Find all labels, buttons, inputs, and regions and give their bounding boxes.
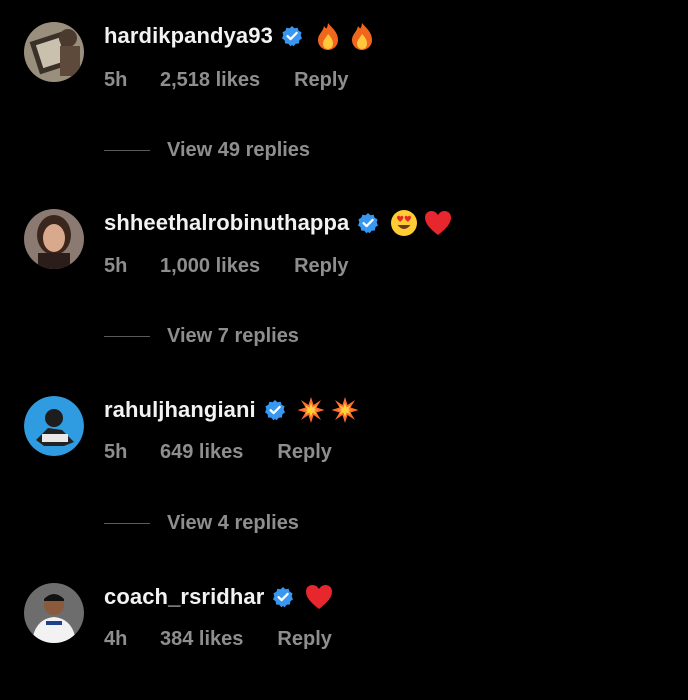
comment-likes[interactable]: 2,518 likes: [160, 69, 260, 92]
comment-time: 5h: [104, 68, 128, 91]
divider-line: [104, 522, 150, 524]
view-replies-label: View 4 replies: [167, 511, 299, 534]
verified-badge-icon: [264, 399, 286, 421]
view-replies-label: View 7 replies: [167, 324, 299, 347]
comment-username[interactable]: rahuljhangiani: [104, 397, 256, 423]
collision-emoji-icon: [330, 395, 360, 425]
reply-button[interactable]: Reply: [277, 628, 331, 651]
verified-badge-icon: [357, 212, 379, 234]
comment-username[interactable]: hardikpandya93: [104, 23, 273, 49]
comment-time: 5h: [104, 440, 128, 463]
divider-line: [104, 149, 150, 151]
reply-button[interactable]: Reply: [294, 255, 348, 278]
comment-likes[interactable]: 649 likes: [160, 441, 243, 464]
view-replies-button[interactable]: View 49 replies: [104, 137, 310, 163]
view-replies-label: View 49 replies: [167, 138, 311, 161]
comment-username[interactable]: shheethalrobinuthappa: [104, 210, 349, 236]
view-replies-button[interactable]: View 4 replies: [104, 510, 299, 536]
collision-emoji-icon: [296, 395, 326, 425]
avatar[interactable]: [24, 583, 84, 643]
verified-badge-icon: [281, 25, 303, 47]
comment-time: 4h: [104, 627, 128, 650]
avatar[interactable]: [24, 396, 84, 456]
verified-badge-icon: [272, 586, 294, 608]
comment-likes[interactable]: 384 likes: [160, 628, 243, 651]
fire-emoji-icon: [347, 21, 377, 51]
comment-likes[interactable]: 1,000 likes: [160, 255, 260, 278]
reply-button[interactable]: Reply: [294, 69, 348, 92]
reply-button[interactable]: Reply: [277, 441, 331, 464]
view-replies-button[interactable]: View 7 replies: [104, 323, 299, 349]
fire-emoji-icon: [313, 21, 343, 51]
red-heart-emoji-icon: [423, 208, 453, 238]
divider-line: [104, 335, 150, 337]
avatar[interactable]: [24, 22, 84, 82]
avatar[interactable]: [24, 209, 84, 269]
comment-time: 5h: [104, 254, 128, 277]
red-heart-emoji-icon: [304, 582, 334, 612]
heart-eyes-emoji-icon: [389, 208, 419, 238]
comment-username[interactable]: coach_rsridhar: [104, 584, 264, 610]
